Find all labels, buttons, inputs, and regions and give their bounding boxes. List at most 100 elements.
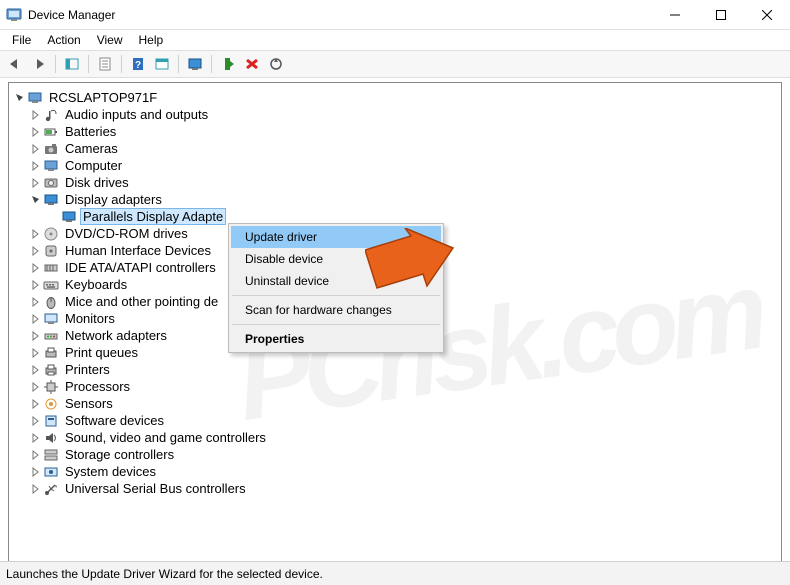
tree-item-label: Print queues [63, 345, 140, 360]
update-driver-button[interactable] [265, 53, 287, 75]
separator [55, 55, 56, 73]
menu-action[interactable]: Action [39, 31, 88, 49]
expand-icon[interactable] [29, 312, 43, 326]
tree-item-label: Audio inputs and outputs [63, 107, 210, 122]
context-item[interactable]: Scan for hardware changes [231, 299, 441, 321]
tree-category[interactable]: Printers [13, 361, 781, 378]
tree-category[interactable]: Sensors [13, 395, 781, 412]
tree-category[interactable]: Batteries [13, 123, 781, 140]
dvd-icon [43, 226, 59, 242]
computer-icon [43, 158, 59, 174]
tree-item-label: Processors [63, 379, 132, 394]
expand-icon[interactable] [29, 380, 43, 394]
expand-icon[interactable] [29, 142, 43, 156]
tree-category[interactable]: Audio inputs and outputs [13, 106, 781, 123]
tree-category[interactable]: Storage controllers [13, 446, 781, 463]
forward-icon [31, 57, 47, 71]
tree-item-label: Universal Serial Bus controllers [63, 481, 248, 496]
tree-category[interactable]: Sound, video and game controllers [13, 429, 781, 446]
expand-icon[interactable] [29, 227, 43, 241]
help-button[interactable]: ? [127, 53, 149, 75]
tree-category[interactable]: Disk drives [13, 174, 781, 191]
enable-device-button[interactable] [217, 53, 239, 75]
expand-icon[interactable] [29, 414, 43, 428]
back-icon [7, 57, 23, 71]
expand-icon[interactable] [29, 278, 43, 292]
tree-category[interactable]: Computer [13, 157, 781, 174]
close-button[interactable] [744, 0, 790, 30]
menu-view[interactable]: View [89, 31, 131, 49]
properties-button[interactable] [94, 53, 116, 75]
expand-icon[interactable] [29, 329, 43, 343]
tree-category[interactable]: Display adapters [13, 191, 781, 208]
network-icon [43, 328, 59, 344]
scan-hardware-button[interactable] [184, 53, 206, 75]
tree-item-label: System devices [63, 464, 158, 479]
expand-icon[interactable] [29, 431, 43, 445]
computer-icon [27, 90, 43, 106]
enable-icon [220, 57, 236, 71]
expand-icon[interactable] [29, 125, 43, 139]
expand-icon[interactable] [29, 346, 43, 360]
context-item[interactable]: Uninstall device [231, 270, 441, 292]
expand-icon[interactable] [29, 261, 43, 275]
expand-icon[interactable] [29, 482, 43, 496]
tree-item-label: Disk drives [63, 175, 131, 190]
tree-item-label: Computer [63, 158, 124, 173]
toolbar: ? [0, 50, 790, 78]
menu-help[interactable]: Help [131, 31, 172, 49]
tree-item-label: Software devices [63, 413, 166, 428]
expand-icon[interactable] [29, 159, 43, 173]
back-button[interactable] [4, 53, 26, 75]
uninstall-device-button[interactable] [241, 53, 263, 75]
usb-icon [43, 481, 59, 497]
tree-item-label: Monitors [63, 311, 117, 326]
tree-item-label: Sound, video and game controllers [63, 430, 268, 445]
expand-icon[interactable] [29, 295, 43, 309]
tree-item-label: Batteries [63, 124, 118, 139]
svg-text:?: ? [135, 60, 141, 71]
display-icon [61, 209, 77, 225]
tree-category[interactable]: Universal Serial Bus controllers [13, 480, 781, 497]
tree-category[interactable]: Software devices [13, 412, 781, 429]
context-item[interactable]: Properties [231, 328, 441, 350]
expand-icon[interactable] [13, 91, 27, 105]
maximize-icon [716, 10, 726, 20]
expand-icon[interactable] [29, 465, 43, 479]
tree-category[interactable]: System devices [13, 463, 781, 480]
maximize-button[interactable] [698, 0, 744, 30]
expand-icon[interactable] [29, 176, 43, 190]
expand-icon[interactable] [29, 363, 43, 377]
tree-item-label: Sensors [63, 396, 115, 411]
separator [121, 55, 122, 73]
show-hide-console-button[interactable] [61, 53, 83, 75]
separator [88, 55, 89, 73]
menu-file[interactable]: File [4, 31, 39, 49]
expand-icon[interactable] [29, 108, 43, 122]
expand-icon[interactable] [29, 193, 43, 207]
expand-icon[interactable] [29, 397, 43, 411]
help-icon: ? [130, 57, 146, 71]
tree-category[interactable]: Processors [13, 378, 781, 395]
printer-icon [43, 362, 59, 378]
tree-category[interactable]: Cameras [13, 140, 781, 157]
minimize-button[interactable] [652, 0, 698, 30]
tree-item-label: Keyboards [63, 277, 129, 292]
separator [211, 55, 212, 73]
context-item[interactable]: Update driver [231, 226, 441, 248]
context-separator [232, 324, 440, 325]
monitor-icon [43, 311, 59, 327]
forward-button[interactable] [28, 53, 50, 75]
tree-item-label: IDE ATA/ATAPI controllers [63, 260, 218, 275]
sensor-icon [43, 396, 59, 412]
system-icon [43, 464, 59, 480]
tree-root[interactable]: RCSLAPTOP971F [13, 89, 781, 106]
expand-icon[interactable] [29, 244, 43, 258]
camera-icon [43, 141, 59, 157]
menubar: File Action View Help [0, 30, 790, 50]
expand-icon[interactable] [29, 448, 43, 462]
mouse-icon [43, 294, 59, 310]
keyboard-icon [43, 277, 59, 293]
context-item[interactable]: Disable device [231, 248, 441, 270]
action-center-button[interactable] [151, 53, 173, 75]
